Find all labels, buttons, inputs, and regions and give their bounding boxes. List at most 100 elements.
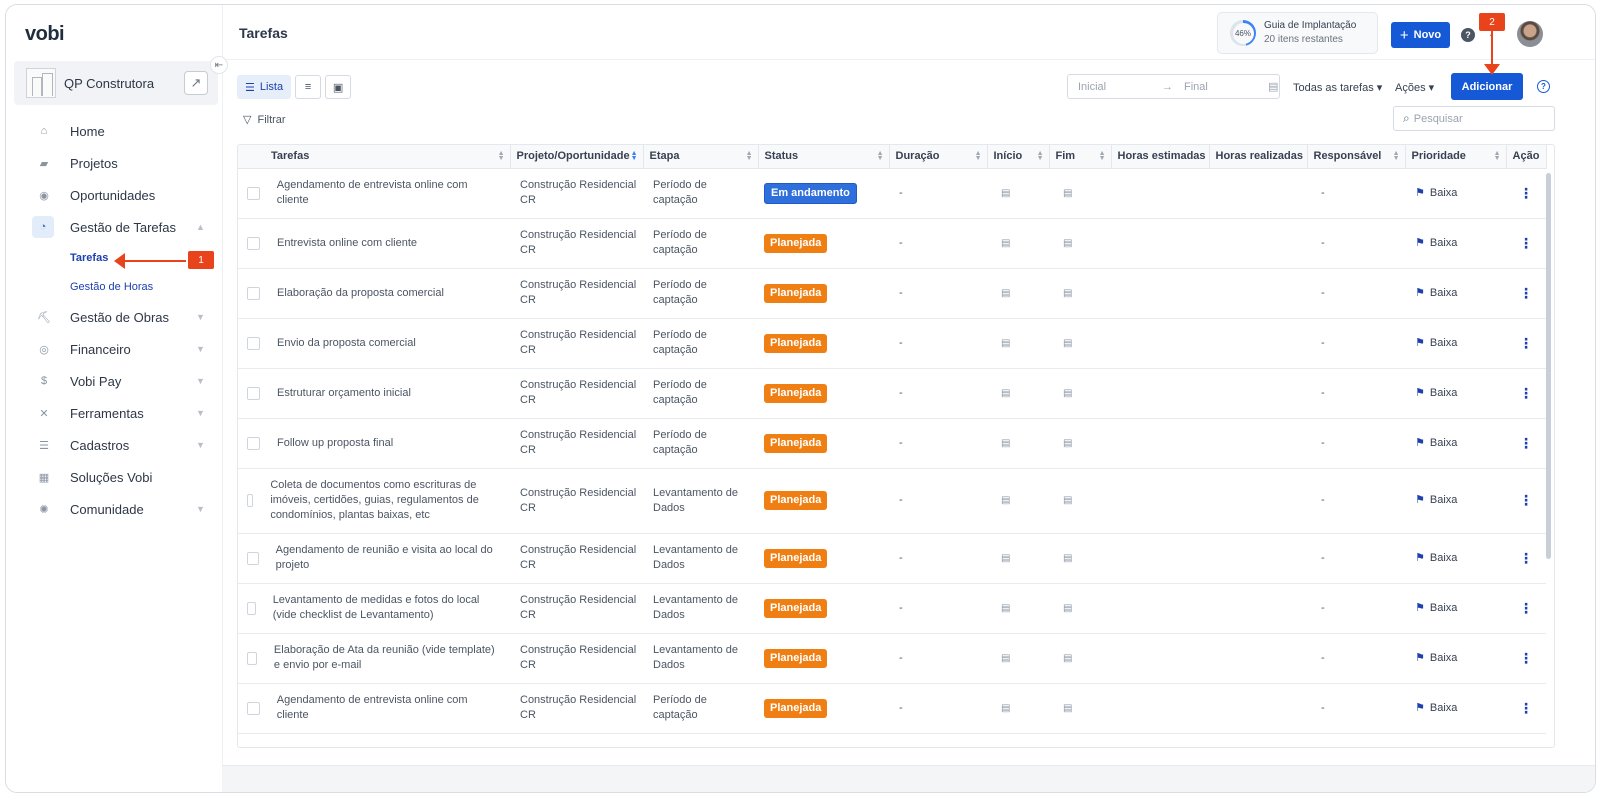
end-date-calendar-icon[interactable]: ▤	[1063, 388, 1072, 399]
more-options-icon[interactable]: ⋮	[1519, 435, 1533, 451]
table-row[interactable]: Follow up proposta final Construção Resid…	[238, 418, 1546, 469]
column-header[interactable]: Tarefas ▲ ▼	[238, 145, 511, 169]
task-priority[interactable]: Baixa	[1430, 287, 1458, 299]
sidebar-item-cadastros[interactable]: ☰ Cadastros ▼	[6, 429, 222, 461]
external-link-icon[interactable]: ↗	[184, 71, 208, 95]
row-checkbox[interactable]	[247, 186, 260, 200]
task-name[interactable]: Follow up proposta final	[277, 436, 399, 451]
row-checkbox[interactable]	[247, 336, 260, 350]
table-scrollbar[interactable]	[1546, 173, 1551, 559]
more-options-icon[interactable]: ⋮	[1519, 385, 1533, 401]
task-priority[interactable]: Baixa	[1430, 702, 1458, 714]
task-responsible[interactable]: -	[1321, 652, 1325, 664]
column-header[interactable]: Ação	[1506, 145, 1547, 169]
row-checkbox[interactable]	[247, 551, 259, 565]
task-responsible[interactable]: -	[1321, 387, 1325, 399]
column-header[interactable]: Fim ▲ ▼	[1049, 145, 1112, 169]
list-view-button[interactable]: ☰ Lista	[237, 75, 292, 99]
add-button[interactable]: Adicionar	[1451, 73, 1523, 100]
task-responsible[interactable]: -	[1321, 494, 1325, 506]
end-date-calendar-icon[interactable]: ▤	[1063, 288, 1072, 299]
avatar[interactable]	[1517, 21, 1543, 47]
sort-icon[interactable]: ▲ ▼	[1037, 150, 1044, 162]
task-priority[interactable]: Baixa	[1430, 494, 1458, 506]
sort-icon[interactable]: ▲ ▼	[1494, 150, 1501, 162]
more-options-icon[interactable]: ⋮	[1519, 700, 1533, 716]
calendar-view-button[interactable]: ▣	[325, 75, 352, 99]
task-responsible[interactable]: -	[1321, 552, 1325, 564]
end-date-calendar-icon[interactable]: ▤	[1063, 553, 1072, 564]
start-date-calendar-icon[interactable]: ▤	[1001, 653, 1010, 664]
table-row[interactable]: Elaboração da proposta comercial Construç…	[238, 268, 1546, 319]
more-options-icon[interactable]: ⋮	[1519, 185, 1533, 201]
table-row[interactable]: Coleta de documentos como escrituras de …	[238, 468, 1546, 534]
sidebar-subitem-gestao-de-horas[interactable]: Gestão de Horas	[6, 272, 222, 301]
status-badge[interactable]: Em andamento	[764, 182, 857, 204]
sort-icon[interactable]: ▲ ▼	[877, 150, 884, 162]
task-responsible[interactable]: -	[1321, 702, 1325, 714]
column-header[interactable]: Início ▲ ▼	[987, 145, 1050, 169]
end-date-calendar-icon[interactable]: ▤	[1063, 653, 1072, 664]
task-responsible[interactable]: -	[1321, 437, 1325, 449]
status-badge[interactable]: Planejada	[764, 598, 828, 618]
start-date-calendar-icon[interactable]: ▤	[1001, 438, 1010, 449]
sort-icon[interactable]: ▲ ▼	[1099, 150, 1106, 162]
status-badge[interactable]: Planejada	[764, 698, 828, 718]
end-date-calendar-icon[interactable]: ▤	[1063, 438, 1072, 449]
end-date-calendar-icon[interactable]: ▤	[1063, 603, 1072, 614]
date-start-input[interactable]: Inicial	[1078, 81, 1162, 93]
table-row[interactable]: Envio da proposta comercial Construção Re…	[238, 318, 1546, 369]
table-row[interactable]: Estruturar orçamento inicial Construção R…	[238, 368, 1546, 419]
task-priority[interactable]: Baixa	[1430, 387, 1458, 399]
row-checkbox[interactable]	[247, 601, 256, 615]
task-priority[interactable]: Baixa	[1430, 602, 1458, 614]
task-name[interactable]: Estruturar orçamento inicial	[277, 386, 417, 401]
status-badge[interactable]: Planejada	[764, 233, 828, 253]
sidebar-item-vobi-pay[interactable]: $ Vobi Pay ▼	[6, 365, 222, 397]
task-name[interactable]: Coleta de documentos como escrituras de …	[270, 478, 504, 523]
task-responsible[interactable]: -	[1321, 187, 1325, 199]
task-priority[interactable]: Baixa	[1430, 237, 1458, 249]
more-options-icon[interactable]: ⋮	[1519, 492, 1533, 508]
status-badge[interactable]: Planejada	[764, 383, 828, 403]
row-checkbox[interactable]	[247, 236, 260, 250]
sort-icon[interactable]: ▲ ▼	[746, 150, 753, 162]
more-options-icon[interactable]: ⋮	[1519, 335, 1533, 351]
task-name[interactable]: Levantamento de medidas e fotos do local…	[273, 593, 504, 623]
task-name[interactable]: Agendamento de entrevista online com cli…	[277, 693, 504, 723]
task-priority[interactable]: Baixa	[1430, 187, 1458, 199]
row-checkbox[interactable]	[247, 651, 257, 665]
column-header[interactable]: Duração ▲ ▼	[889, 145, 988, 169]
sidebar-item-gest-o-de-obras[interactable]: ⛏ Gestão de Obras ▼	[6, 301, 222, 333]
row-checkbox[interactable]	[247, 701, 260, 715]
start-date-calendar-icon[interactable]: ▤	[1001, 495, 1010, 506]
task-responsible[interactable]: -	[1321, 287, 1325, 299]
end-date-calendar-icon[interactable]: ▤	[1063, 238, 1072, 249]
column-header[interactable]: Horas realizadas	[1209, 145, 1308, 169]
status-badge[interactable]: Planejada	[764, 648, 828, 668]
collapse-sidebar-icon[interactable]: ⇤	[210, 56, 228, 74]
more-options-icon[interactable]: ⋮	[1519, 600, 1533, 616]
sort-icon[interactable]: ▲ ▼	[975, 150, 982, 162]
task-priority[interactable]: Baixa	[1430, 337, 1458, 349]
task-priority[interactable]: Baixa	[1430, 437, 1458, 449]
implementation-guide[interactable]: 46% Guia de Implantação 20 itens restant…	[1217, 12, 1378, 54]
column-header[interactable]: Etapa ▲ ▼	[643, 145, 759, 169]
status-badge[interactable]: Planejada	[764, 283, 828, 303]
task-name[interactable]: Envio da proposta comercial	[277, 336, 422, 351]
start-date-calendar-icon[interactable]: ▤	[1001, 188, 1010, 199]
sidebar-item-oportunidades[interactable]: ◉ Oportunidades	[6, 179, 222, 211]
filter-button[interactable]: ▽ Filtrar	[243, 113, 286, 127]
column-header[interactable]: Status ▲ ▼	[758, 145, 890, 169]
table-row[interactable]: Entrevista online com cliente Construção …	[238, 218, 1546, 269]
end-date-calendar-icon[interactable]: ▤	[1063, 188, 1072, 199]
start-date-calendar-icon[interactable]: ▤	[1001, 553, 1010, 564]
help-circle-icon[interactable]: ?	[1537, 80, 1550, 93]
task-name[interactable]: Entrevista online com cliente	[277, 236, 423, 251]
sidebar-item-projetos[interactable]: ▰ Projetos	[6, 147, 222, 179]
more-options-icon[interactable]: ⋮	[1519, 235, 1533, 251]
sidebar-item-comunidade[interactable]: ✺ Comunidade ▼	[6, 493, 222, 525]
table-row[interactable]: Agendamento de reunião e visita ao local…	[238, 533, 1546, 584]
status-badge[interactable]: Planejada	[764, 433, 828, 453]
sort-icon[interactable]: ▲ ▼	[631, 150, 638, 162]
